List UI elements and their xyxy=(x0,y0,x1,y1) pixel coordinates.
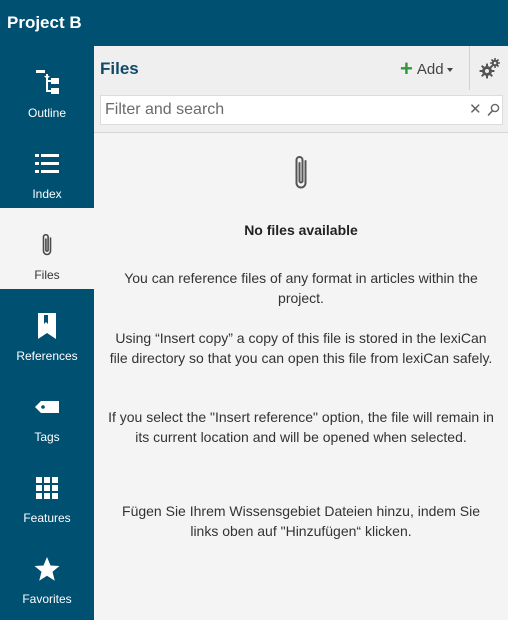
star-icon xyxy=(32,554,62,584)
sidebar-item-label: References xyxy=(16,349,78,363)
bookmark-icon xyxy=(32,311,62,341)
title-bar: Project B xyxy=(0,0,508,46)
panel-title: Files xyxy=(100,59,139,78)
settings-button[interactable] xyxy=(478,56,502,80)
paperclip-icon xyxy=(32,230,62,260)
sidebar-item-favorites[interactable]: Favorites xyxy=(0,532,94,613)
sidebar: Outline Index Files References Tags Feat… xyxy=(0,46,94,620)
sidebar-item-label: Index xyxy=(32,187,62,201)
grid-icon xyxy=(32,473,62,503)
close-icon[interactable]: ✕ xyxy=(469,102,483,118)
search-box: ✕ xyxy=(100,95,503,125)
search-input[interactable] xyxy=(105,99,465,121)
help-text: Fügen Sie Ihrem Wissensgebiet Dateien hi… xyxy=(122,503,480,539)
sidebar-item-outline[interactable]: Outline xyxy=(0,46,94,127)
chevron-down-icon xyxy=(446,68,453,72)
search-icon[interactable] xyxy=(487,103,500,117)
help-text: Using “Insert copy” a copy of this file … xyxy=(109,330,493,366)
add-button[interactable]: + Add xyxy=(400,57,453,81)
sidebar-item-tags[interactable]: Tags xyxy=(0,370,94,451)
sidebar-item-label: Features xyxy=(23,511,71,525)
add-label: Add xyxy=(416,60,444,78)
help-text: If you select the "Insert reference" opt… xyxy=(108,409,494,445)
help-text: You can reference files of any format in… xyxy=(124,270,478,306)
empty-title: No files available xyxy=(244,222,358,238)
outline-tree-icon xyxy=(32,68,62,98)
gears-icon xyxy=(479,58,500,79)
sidebar-item-label: Favorites xyxy=(22,592,72,606)
panel-header: Files + Add Filter and search ✕ xyxy=(94,46,508,133)
divider xyxy=(469,46,470,90)
sidebar-item-index[interactable]: Index xyxy=(0,127,94,208)
plus-icon: + xyxy=(400,56,413,81)
sidebar-item-references[interactable]: References xyxy=(0,289,94,370)
project-title: Project B xyxy=(7,13,82,32)
sidebar-item-label: Files xyxy=(34,268,60,282)
paperclip-icon xyxy=(289,153,313,193)
sidebar-item-label: Outline xyxy=(27,106,67,120)
sidebar-item-features[interactable]: Features xyxy=(0,451,94,532)
empty-state: No files available You can reference fil… xyxy=(94,133,508,620)
list-icon xyxy=(32,149,62,179)
files-panel: Files + Add Filter and search ✕ No files… xyxy=(94,46,508,620)
sidebar-item-files[interactable]: Files xyxy=(0,208,94,289)
tag-icon xyxy=(32,392,62,422)
sidebar-item-label: Tags xyxy=(34,430,60,444)
